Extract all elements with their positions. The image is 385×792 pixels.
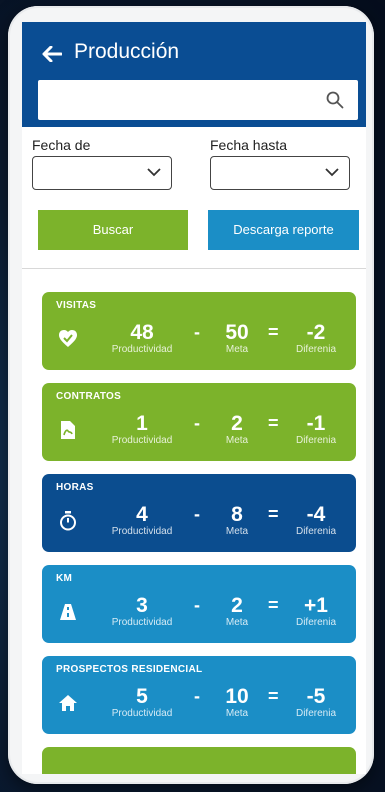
phone-frame: Producción Fecha de Fecha hasta Buscar D… [8, 6, 374, 784]
chevron-down-icon [325, 168, 339, 177]
page-title: Producción [74, 40, 180, 63]
productividad-value: 5 [136, 685, 148, 708]
productividad-label: Productividad [111, 344, 173, 355]
productividad-label: Productividad [111, 526, 173, 537]
meta-label: Meta [225, 708, 249, 719]
equals-sign: = [268, 595, 279, 615]
stopwatch-icon [60, 511, 76, 531]
productividad-label: Productividad [111, 435, 173, 446]
meta-value: 10 [225, 685, 249, 708]
meta-value: 50 [225, 321, 249, 344]
minus-sign: - [194, 322, 200, 342]
productividad-value: 4 [136, 503, 148, 526]
fecha-de-label: Fecha de [32, 137, 91, 153]
equals-sign: = [268, 413, 279, 433]
equals-sign: = [268, 322, 279, 342]
productividad-value: 48 [130, 321, 154, 344]
stat-card-contratos[interactable]: CONTRATOS 1 Productividad - 2 Meta = -1 … [42, 383, 356, 461]
minus-sign: - [194, 504, 200, 524]
meta-label: Meta [225, 344, 249, 355]
chevron-down-icon [147, 168, 161, 177]
equals-sign: = [268, 504, 279, 524]
card-title: CONTRATOS [56, 391, 122, 402]
equals-sign: = [268, 686, 279, 706]
verified-heart-icon [59, 330, 77, 347]
diferencia-label: Diferenia [295, 526, 337, 537]
minus-sign: - [194, 686, 200, 706]
minus-sign: - [194, 413, 200, 433]
meta-label: Meta [225, 435, 249, 446]
meta-value: 2 [231, 412, 243, 435]
meta-value: 2 [231, 594, 243, 617]
diferencia-label: Diferenia [295, 617, 337, 628]
app-header: Producción [22, 22, 366, 127]
road-icon [60, 604, 76, 620]
diferencia-value: +1 [304, 594, 328, 617]
stat-card-prospectos-residencial[interactable]: PROSPECTOS RESIDENCIAL 5 Productividad -… [42, 656, 356, 734]
meta-value: 8 [231, 503, 243, 526]
back-arrow-icon[interactable] [42, 46, 62, 62]
stat-card-visitas[interactable]: VISITAS 48 Productividad - 50 Meta = -2 … [42, 292, 356, 370]
fecha-de-select[interactable] [32, 156, 172, 190]
stat-card-km[interactable]: KM 3 Productividad - 2 Meta = +1 Diferen… [42, 565, 356, 643]
buscar-button[interactable]: Buscar [38, 210, 188, 250]
meta-label: Meta [225, 617, 249, 628]
meta-label: Meta [225, 526, 249, 537]
fecha-hasta-select[interactable] [210, 156, 350, 190]
productividad-value: 3 [136, 594, 148, 617]
home-icon [59, 695, 77, 711]
diferencia-value: -5 [306, 685, 326, 708]
card-title: HORAS [56, 482, 94, 493]
productividad-value: 1 [136, 412, 148, 435]
productividad-label: Productividad [111, 617, 173, 628]
document-icon [61, 421, 75, 439]
diferencia-value: -1 [306, 412, 326, 435]
fecha-hasta-label: Fecha hasta [210, 137, 288, 153]
divider [22, 268, 366, 269]
productividad-label: Productividad [111, 708, 173, 719]
diferencia-value: -4 [306, 503, 326, 526]
diferencia-label: Diferenia [295, 435, 337, 446]
minus-sign: - [194, 595, 200, 615]
descarga-reporte-button[interactable]: Descarga reporte [208, 210, 359, 250]
card-title: PROSPECTOS RESIDENCIAL [56, 664, 203, 675]
search-icon[interactable] [326, 91, 344, 109]
search-input[interactable] [38, 80, 358, 120]
card-title: VISITAS [56, 300, 97, 311]
stat-card-partial[interactable] [42, 747, 356, 774]
card-title: KM [56, 573, 73, 584]
diferencia-value: -2 [306, 321, 326, 344]
diferencia-label: Diferenia [295, 708, 337, 719]
stat-card-horas[interactable]: HORAS 4 Productividad - 8 Meta = -4 Dife… [42, 474, 356, 552]
app-screen: Producción Fecha de Fecha hasta Buscar D… [22, 22, 366, 774]
diferencia-label: Diferenia [295, 344, 337, 355]
